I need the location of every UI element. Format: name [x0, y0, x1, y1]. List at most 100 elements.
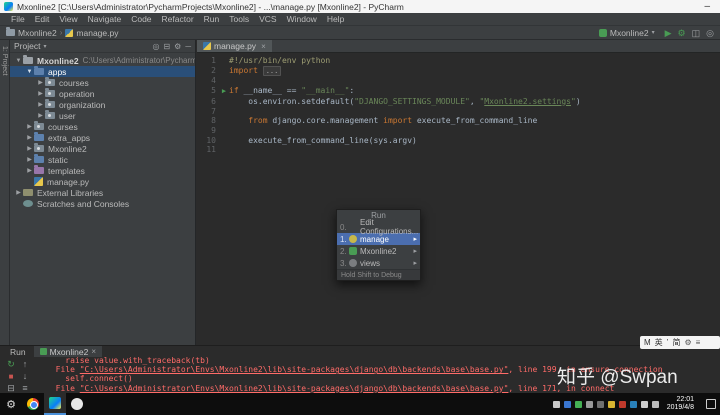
code-line[interactable]: 4 [197, 76, 720, 86]
chevron-down-icon[interactable]: ▾ [43, 43, 46, 50]
tree-chevron-right-icon[interactable]: ▶ [14, 189, 23, 196]
tree-item-external-libraries[interactable]: ▶ External Libraries [10, 187, 195, 198]
taskbar-pycharm[interactable] [44, 393, 66, 415]
tree-chevron-right-icon[interactable]: ▶ [36, 101, 45, 108]
monitor-icon[interactable] [640, 400, 648, 408]
stacktrace-file-link[interactable]: "C:\Users\Administrator\Envs\Mxonline2\l… [80, 365, 509, 374]
rerun-button[interactable]: ↻ [4, 359, 18, 371]
alert-yellow-icon[interactable] [607, 400, 615, 408]
code-line[interactable]: 2 import ... [197, 65, 720, 77]
gear-icon[interactable]: ⚙ [684, 336, 691, 349]
badge-red-icon[interactable] [618, 400, 626, 408]
tree-chevron-right-icon[interactable]: ▶ [36, 79, 45, 86]
tree-item-courses[interactable]: ▶ courses [10, 77, 195, 88]
folded-region[interactable]: ... [262, 65, 282, 76]
tree-item-templates[interactable]: ▶ templates [10, 165, 195, 176]
taskbar-clock[interactable]: 22:01 2019/4/8 [663, 396, 698, 412]
up-stacktrace-button[interactable]: ↑ [18, 359, 32, 371]
run-button[interactable]: ▶ [665, 27, 672, 39]
code-line[interactable]: 5 ▶ if __name__ == "__main__": [197, 86, 720, 97]
menu-item-run[interactable]: Run [199, 13, 225, 26]
menu-item-navigate[interactable]: Navigate [83, 13, 127, 26]
down-stacktrace-button[interactable]: ↓ [18, 371, 32, 383]
menu-item-code[interactable]: Code [126, 13, 156, 26]
code-line[interactable]: 9 [197, 126, 720, 136]
tree-chevron-down-icon[interactable]: ▼ [25, 69, 34, 75]
collapse-all-icon[interactable]: ⊟ [163, 42, 170, 51]
breadcrumb-item[interactable]: manage.py [65, 28, 118, 38]
run-popup-item-edit-configurations-[interactable]: 0. Edit Configurations... [337, 218, 420, 236]
menu-item-window[interactable]: Window [282, 13, 322, 26]
menu-item-vcs[interactable]: VCS [254, 13, 281, 26]
tree-chevron-right-icon[interactable]: ▶ [25, 145, 34, 152]
close-icon[interactable]: × [261, 42, 266, 51]
menu-item-help[interactable]: Help [322, 13, 349, 26]
cube-icon[interactable] [596, 400, 604, 408]
code-line[interactable]: 6 os.environ.setdefault("DJANGO_SETTINGS… [197, 97, 720, 107]
breadcrumb-item[interactable]: Mxonline2 [6, 27, 57, 38]
close-icon[interactable]: × [91, 347, 96, 356]
minimize-button[interactable]: – [698, 1, 716, 12]
ime-item[interactable]: 简 [672, 336, 680, 349]
code-line[interactable]: 1 #!/usr/bin/env python [197, 56, 720, 66]
run-config-selector[interactable]: Mxonline2 ▾ [595, 27, 659, 39]
stacktrace-file-link[interactable]: "C:\Users\Administrator\Envs\Mxonline2\l… [80, 384, 509, 393]
tree-item-static[interactable]: ▶ static [10, 154, 195, 165]
search-everywhere-button[interactable]: ◎ [706, 27, 714, 39]
code-area[interactable]: 1 #!/usr/bin/env python 2 import ... 4 5 ▶ if _… [197, 53, 720, 155]
tree-item-mxonline2[interactable]: ▶ Mxonline2 [10, 143, 195, 154]
taskbar-chrome[interactable] [22, 393, 44, 415]
doc-icon[interactable] [552, 400, 560, 408]
tree-item-user[interactable]: ▶ user [10, 110, 195, 121]
menu-item-tools[interactable]: Tools [224, 13, 254, 26]
tree-item-mxonline2[interactable]: ▼ Mxonline2C:\Users\Administrator\Pycharm… [10, 55, 195, 66]
code-line[interactable]: 11 [197, 145, 720, 155]
volume-icon[interactable] [651, 400, 659, 408]
coverage-button[interactable]: ◫ [692, 27, 701, 39]
code-line[interactable]: 7 [197, 107, 720, 117]
editor-tab-manage-py[interactable]: manage.py × [197, 40, 272, 52]
tree-chevron-right-icon[interactable]: ▶ [36, 112, 45, 119]
ime-item[interactable]: 英 [655, 336, 663, 349]
gear-icon[interactable]: ⚙ [174, 42, 181, 51]
debug-button[interactable]: ⚙ [678, 27, 686, 39]
tree-chevron-right-icon[interactable]: ▶ [25, 134, 34, 141]
start-button[interactable]: ⚙ [0, 393, 22, 415]
tree-item-extra-apps[interactable]: ▶ extra_apps [10, 132, 195, 143]
menu-item-file[interactable]: File [6, 13, 30, 26]
tree-item-operation[interactable]: ▶ operation [10, 88, 195, 99]
tree-chevron-down-icon[interactable]: ▼ [14, 58, 23, 64]
notification-center-icon[interactable] [706, 399, 716, 409]
gear-icon[interactable] [585, 400, 593, 408]
code-line[interactable]: 10 execute_from_command_line(sys.argv) [197, 136, 720, 146]
tree-item-organization[interactable]: ▶ organization [10, 99, 195, 110]
ime-item[interactable]: ’ [667, 336, 669, 349]
chat-blue-icon[interactable] [563, 400, 571, 408]
code-line[interactable]: 8 from django.core.management import exe… [197, 116, 720, 126]
shield-green-icon[interactable] [574, 400, 582, 408]
menu-item-view[interactable]: View [54, 13, 82, 26]
run-popup-item-mxonline2[interactable]: 2. Mxonline2 ▸ [337, 245, 420, 257]
ime-item[interactable]: M [644, 336, 651, 349]
taskbar-app[interactable] [66, 393, 88, 415]
hide-panel-icon[interactable]: ─ [185, 42, 191, 51]
tree-chevron-right-icon[interactable]: ▶ [25, 167, 34, 174]
tree-chevron-right-icon[interactable]: ▶ [25, 156, 34, 163]
run-popup-item-views[interactable]: 3. views ▸ [337, 257, 420, 269]
tree-item-manage-py[interactable]: manage.py [10, 176, 195, 187]
tree-chevron-right-icon[interactable]: ▶ [36, 90, 45, 97]
tree-item-apps[interactable]: ▼ apps [10, 66, 195, 77]
run-arrow-icon[interactable]: ▶ [222, 87, 226, 95]
locate-file-icon[interactable]: ◎ [152, 42, 159, 51]
run-line-icon[interactable]: ▶ [219, 86, 229, 97]
tree-chevron-right-icon[interactable]: ▶ [25, 123, 34, 130]
stop-button[interactable]: ■ [4, 371, 18, 383]
menu-item-edit[interactable]: Edit [30, 13, 55, 26]
ime-language-bar[interactable]: M 英 ’ 简 ⚙ ≡ [640, 336, 720, 349]
project-tool-button[interactable]: 1: Project [1, 46, 8, 76]
flag-blue-icon[interactable] [629, 400, 637, 408]
tree-item-courses[interactable]: ▶ courses [10, 121, 195, 132]
menu-icon[interactable]: ≡ [696, 336, 701, 349]
tree-item-scratches-and-consoles[interactable]: Scratches and Consoles [10, 198, 195, 209]
menu-item-refactor[interactable]: Refactor [157, 13, 199, 26]
